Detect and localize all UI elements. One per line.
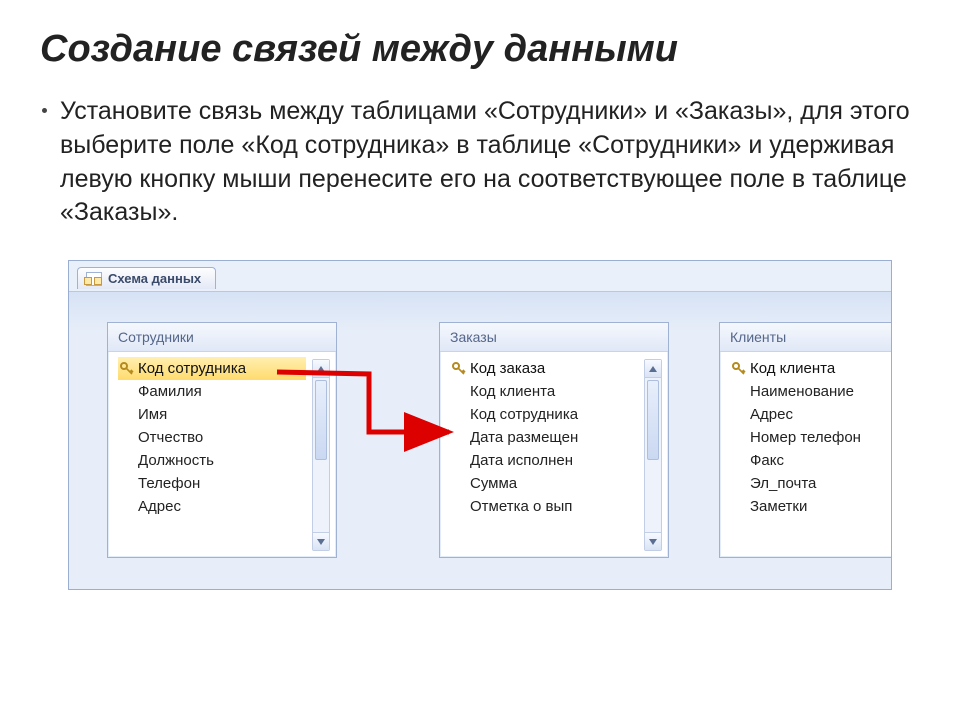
table-row[interactable]: Заметки (730, 495, 892, 518)
table-row[interactable]: Адрес (730, 403, 892, 426)
field-label: Адрес (750, 406, 793, 423)
scroll-down-icon[interactable] (313, 532, 329, 550)
field-label: Код заказа (470, 360, 545, 377)
field-label: Отметка о вып (470, 498, 572, 515)
table-row[interactable]: Номер телефон (730, 426, 892, 449)
primary-key-icon (452, 362, 466, 376)
table-employees-title: Сотрудники (108, 323, 336, 352)
table-orders-title: Заказы (440, 323, 668, 352)
field-label: Эл_почта (750, 475, 816, 492)
table-row[interactable]: Эл_почта (730, 472, 892, 495)
table-row[interactable]: Код клиента (450, 380, 638, 403)
table-employees-fields: Код сотрудника Фамилия Имя Отчество Долж… (118, 357, 306, 557)
table-clients-title: Клиенты (720, 323, 892, 352)
table-row[interactable]: Сумма (450, 472, 638, 495)
table-row[interactable]: Телефон (118, 472, 306, 495)
tab-label: Схема данных (108, 271, 201, 286)
bullet-icon (42, 108, 47, 113)
field-label: Имя (138, 406, 167, 423)
scroll-up-icon[interactable] (313, 360, 329, 378)
table-clients-fields: Код клиента Наименование Адрес Номер тел… (730, 357, 892, 557)
relationships-icon (86, 272, 102, 286)
scroll-thumb[interactable] (647, 380, 659, 460)
table-employees[interactable]: Сотрудники Код сотрудника Фамилия Имя От… (107, 322, 337, 558)
table-row[interactable]: Наименование (730, 380, 892, 403)
table-row[interactable]: Адрес (118, 495, 306, 518)
table-row[interactable]: Имя (118, 403, 306, 426)
field-label: Код сотрудника (470, 406, 578, 423)
table-row[interactable]: Отметка о вып (450, 495, 638, 518)
table-row[interactable]: Должность (118, 449, 306, 472)
field-label: Код клиента (470, 383, 555, 400)
tab-schema[interactable]: Схема данных (77, 267, 216, 289)
field-label: Дата исполнен (470, 452, 573, 469)
scrollbar[interactable] (312, 359, 330, 551)
table-row[interactable]: Дата размещен (450, 426, 638, 449)
relationships-canvas[interactable]: Сотрудники Код сотрудника Фамилия Имя От… (69, 291, 891, 589)
field-label: Номер телефон (750, 429, 861, 446)
field-label: Фамилия (138, 383, 202, 400)
slide: Создание связей между данными Установите… (0, 0, 960, 590)
field-label: Дата размещен (470, 429, 578, 446)
field-client-id[interactable]: Код клиента (730, 357, 892, 380)
table-row[interactable]: Отчество (118, 426, 306, 449)
table-orders[interactable]: Заказы Код заказа Код клиента Код сотруд… (439, 322, 669, 558)
primary-key-icon (732, 362, 746, 376)
table-row[interactable]: Дата исполнен (450, 449, 638, 472)
field-label: Код клиента (750, 360, 835, 377)
field-label: Наименование (750, 383, 854, 400)
table-orders-fields: Код заказа Код клиента Код сотрудника Да… (450, 357, 638, 557)
field-label: Отчество (138, 429, 203, 446)
field-label: Телефон (138, 475, 200, 492)
page-title: Создание связей между данными (40, 28, 920, 71)
field-employee-id[interactable]: Код сотрудника (118, 357, 306, 380)
table-row[interactable]: Фамилия (118, 380, 306, 403)
scroll-down-icon[interactable] (645, 532, 661, 550)
field-order-id[interactable]: Код заказа (450, 357, 638, 380)
access-relationships-window: Схема данных Сотрудники Код сотрудника Ф… (68, 260, 892, 590)
scroll-thumb[interactable] (315, 380, 327, 460)
primary-key-icon (120, 362, 134, 376)
field-label: Код сотрудника (138, 360, 246, 377)
instruction-paragraph: Установите связь между таблицами «Сотруд… (60, 95, 920, 230)
table-row[interactable]: Код сотрудника (450, 403, 638, 426)
field-label: Должность (138, 452, 214, 469)
field-label: Сумма (470, 475, 517, 492)
scroll-up-icon[interactable] (645, 360, 661, 378)
scrollbar[interactable] (644, 359, 662, 551)
field-label: Факс (750, 452, 784, 469)
field-label: Адрес (138, 498, 181, 515)
table-clients[interactable]: Клиенты Код клиента Наименование Адрес Н… (719, 322, 892, 558)
table-row[interactable]: Факс (730, 449, 892, 472)
instruction-text: Установите связь между таблицами «Сотруд… (60, 97, 910, 226)
field-label: Заметки (750, 498, 807, 515)
